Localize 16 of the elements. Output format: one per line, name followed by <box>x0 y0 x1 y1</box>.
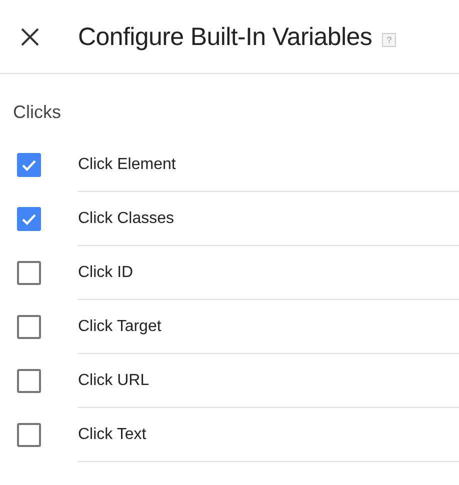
checkbox[interactable] <box>17 423 41 447</box>
checkbox[interactable] <box>17 153 41 177</box>
checkbox[interactable] <box>17 369 41 393</box>
close-icon <box>21 28 39 46</box>
help-icon[interactable]: ? <box>382 32 396 46</box>
variable-label: Click Element <box>78 154 176 174</box>
variable-label: Click Classes <box>78 208 174 228</box>
checkbox[interactable] <box>17 207 41 231</box>
section-title: Clicks <box>13 102 61 122</box>
window-title: Configure Built-In Variables <box>78 22 372 52</box>
variable-label: Click Text <box>78 424 146 444</box>
variable-label: Click ID <box>78 262 134 282</box>
checkbox[interactable] <box>17 261 41 285</box>
variable-label: Click URL <box>78 370 150 390</box>
checkbox[interactable] <box>17 315 41 339</box>
variable-label: Click Target <box>78 316 162 336</box>
